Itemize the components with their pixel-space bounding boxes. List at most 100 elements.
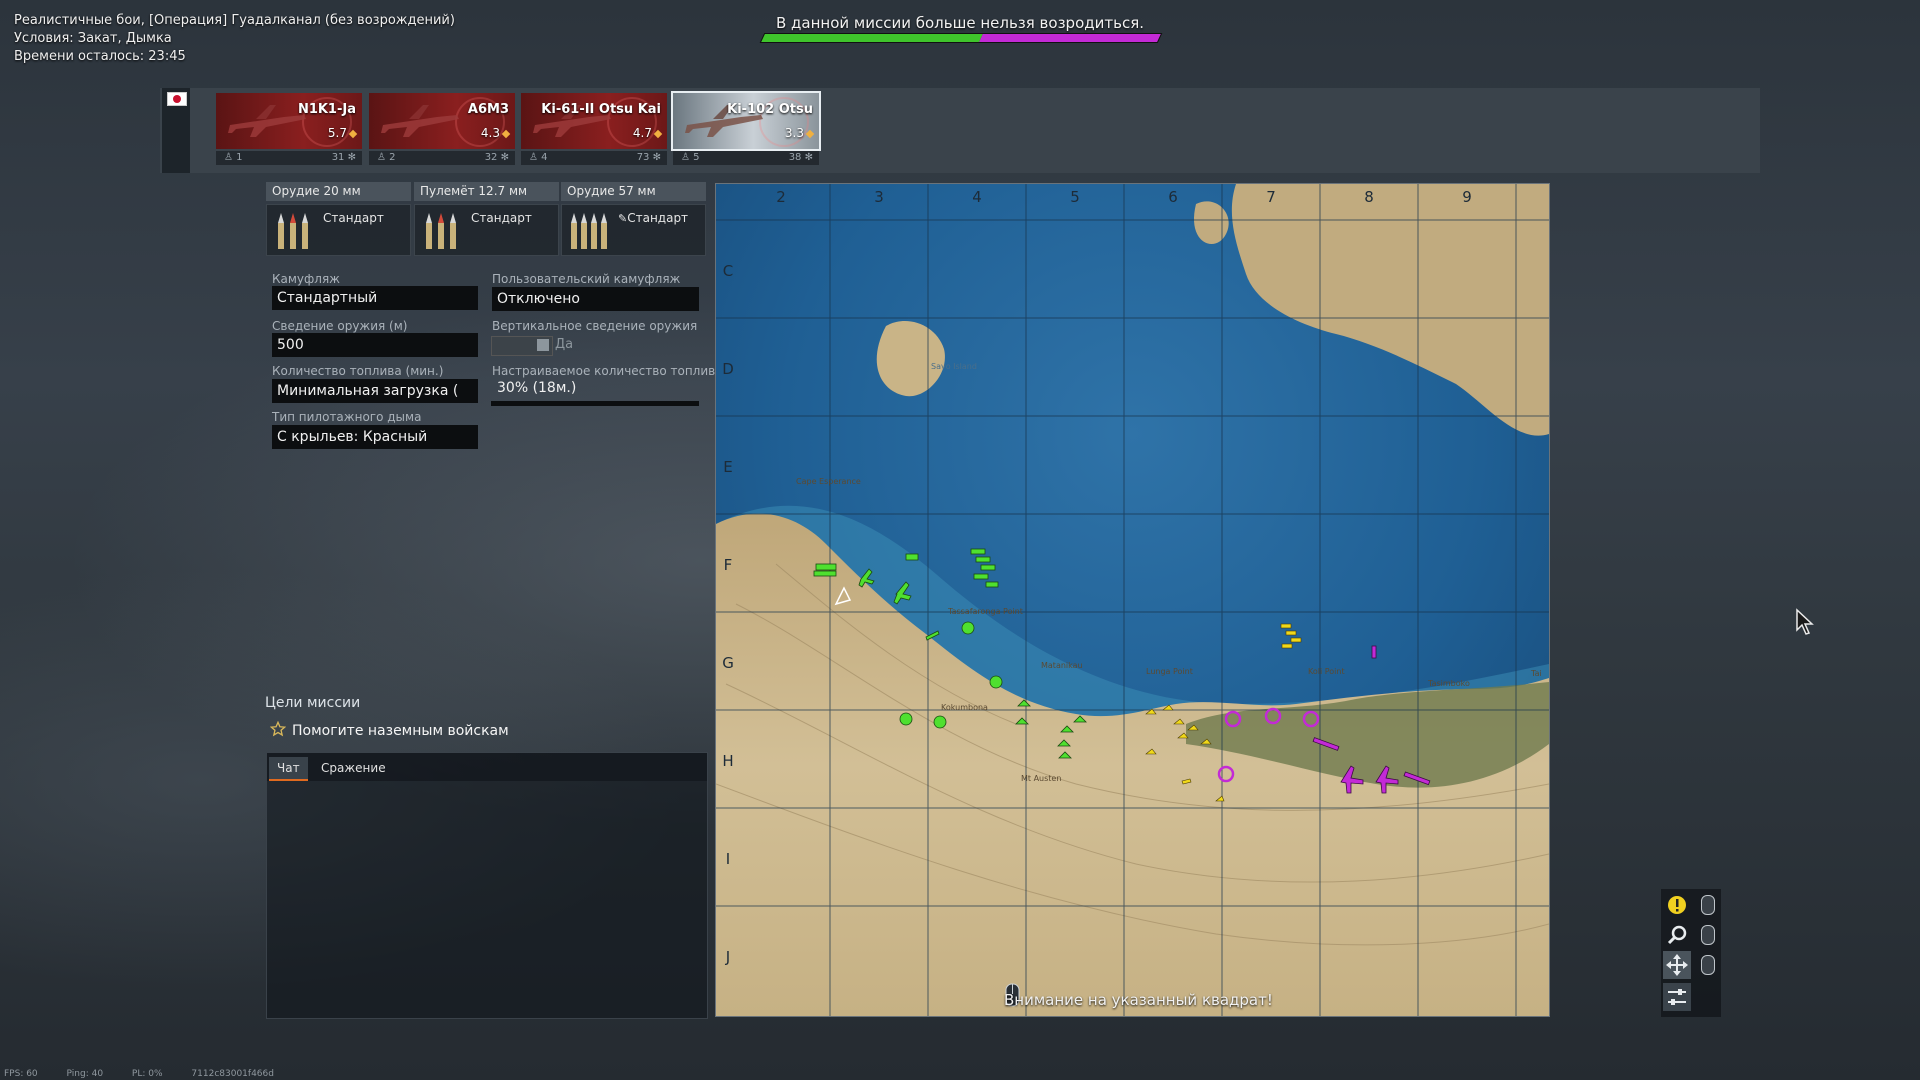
star-icon <box>270 721 286 737</box>
ally-score-fill <box>761 34 983 42</box>
rank-diamond-icon <box>653 129 663 139</box>
vertical-convergence-toggle[interactable] <box>491 336 553 356</box>
plane-icon <box>381 105 459 137</box>
crew-level-value: 31 <box>331 152 345 163</box>
enemy-ship-icon <box>1371 645 1377 659</box>
mouse-cursor-icon <box>1796 608 1814 635</box>
tab-chat[interactable]: Чат <box>269 757 308 781</box>
custom-fuel-slider[interactable] <box>491 401 699 406</box>
objective-item: Помогите наземным войскам <box>270 721 509 739</box>
map-row-label: J <box>725 948 730 966</box>
map-col-label: 6 <box>1168 188 1178 206</box>
weapon-name: Орудие 20 мм <box>266 182 411 201</box>
custom-camo-label: Пользовательский камуфляж <box>492 272 681 286</box>
ally-tank-icon <box>985 581 999 588</box>
rank-diamond-icon <box>348 129 358 139</box>
map-place-label: Mt Austen <box>1021 774 1061 783</box>
vehicle-card[interactable]: Ki-102 Otsu 3.3 <box>671 91 821 151</box>
map-row-label: G <box>722 654 734 672</box>
weapon-slot-2[interactable]: Пулемёт 12.7 мм Стандарт <box>414 182 559 256</box>
weapon-name: Пулемёт 12.7 мм <box>414 182 559 201</box>
magnifier-icon <box>1667 925 1687 945</box>
vehicle-info-bar: ♙ 2 32 ✻ <box>369 151 515 165</box>
ally-tank-icon <box>815 563 837 571</box>
network-stats: FPS: 60 Ping: 40 PL: 0% 7112c83001f466d <box>4 1069 300 1079</box>
ally-tank-icon <box>970 548 986 555</box>
crew-level: 38 ✻ <box>789 152 813 163</box>
fuel-select[interactable]: Минимальная загрузка ( <box>272 379 478 403</box>
smoke-label: Тип пилотажного дыма <box>272 410 422 424</box>
ping-button[interactable] <box>1663 891 1691 919</box>
map-row-label: I <box>726 850 730 868</box>
map-place-label: Savo Island <box>931 362 977 371</box>
map-settings-button[interactable] <box>1663 983 1691 1011</box>
session-id: 7112c83001f466d <box>191 1069 274 1079</box>
camo-select[interactable]: Стандартный <box>272 286 478 310</box>
vehicle-card[interactable]: Ki-61-II Otsu Kai 4.7 <box>521 93 667 149</box>
zoom-button[interactable] <box>1663 921 1691 949</box>
vehicle-name: Ki-102 Otsu <box>727 102 813 117</box>
smoke-select[interactable]: С крыльев: Красный <box>272 425 478 449</box>
belt-name: ✎Стандарт <box>618 211 688 225</box>
mouse-right-icon <box>1701 955 1715 975</box>
map-place-label: Koli Point <box>1308 667 1345 676</box>
crew-slot-number: ♙ 1 <box>224 152 243 163</box>
map-row-label: H <box>722 752 733 770</box>
map-row-label: C <box>723 262 733 280</box>
gear-icon: ✻ <box>347 152 356 163</box>
vehicle-card[interactable]: N1K1-Ja 5.7 <box>216 93 362 149</box>
pan-button[interactable] <box>1663 951 1691 979</box>
map-col-label: 5 <box>1070 188 1080 206</box>
rank-diamond-icon <box>805 129 815 139</box>
person-icon: ♙ <box>529 152 538 163</box>
crew-level-value: 38 <box>788 152 802 163</box>
chat-panel[interactable]: Чат Сражение <box>266 752 708 1019</box>
ammo-belt-icon <box>571 213 607 249</box>
vehicle-info-bar: ♙ 5 38 ✻ <box>673 151 819 165</box>
ally-ground-icon <box>1285 630 1297 636</box>
map-col-label: 8 <box>1364 188 1374 206</box>
battle-rating: 4.7 <box>633 126 663 140</box>
tab-battle[interactable]: Сражение <box>313 757 394 779</box>
ally-tank-icon <box>905 553 919 561</box>
map-col-label: 4 <box>972 188 982 206</box>
crew-slot-number: ♙ 4 <box>529 152 548 163</box>
score-bar <box>759 33 1163 43</box>
ally-tank-icon <box>973 573 989 580</box>
convergence-select[interactable]: 500 <box>272 333 478 357</box>
weapon-belt-selector[interactable]: Стандарт <box>266 204 411 256</box>
vehicle-name: Ki-61-II Otsu Kai <box>541 102 661 117</box>
fuel-label: Количество топлива (мин.) <box>272 364 444 378</box>
vehicle-slot[interactable]: Ki-102 Otsu 3.3 ♙ 5 38 ✻ <box>671 91 821 167</box>
person-icon: ♙ <box>377 152 386 163</box>
chat-tabs: Чат Сражение <box>267 753 707 781</box>
weapon-slot-3[interactable]: Орудие 57 мм ✎Стандарт <box>561 182 706 256</box>
ally-tank-icon <box>980 564 996 571</box>
vehicle-name: N1K1-Ja <box>297 102 356 117</box>
camo-label: Камуфляж <box>272 272 340 286</box>
tactical-map[interactable]: 2 3 4 5 6 7 8 9 C D E F G H I J Savo Isl… <box>715 183 1550 1017</box>
slot-number: 4 <box>541 152 548 163</box>
vehicle-slot[interactable]: N1K1-Ja 5.7 ♙ 1 31 ✻ <box>216 93 362 167</box>
ally-ground-icon <box>1281 643 1293 649</box>
vertical-convergence-label: Вертикальное сведение оружия <box>492 319 698 333</box>
vehicle-card[interactable]: A6M3 4.3 <box>369 93 515 149</box>
objectives-title: Цели миссии <box>265 695 361 711</box>
rank-diamond-icon <box>501 129 511 139</box>
custom-camo-select[interactable]: Отключено <box>492 287 699 311</box>
battle-rating: 4.3 <box>481 126 511 140</box>
ally-ground-icon <box>1290 637 1302 643</box>
map-col-label: 3 <box>874 188 884 206</box>
custom-fuel-value: 30% (18м.) <box>497 380 577 396</box>
weapon-slot-1[interactable]: Орудие 20 мм Стандарт <box>266 182 411 256</box>
respawn-banner: В данной миссии больше нельзя возродитьс… <box>776 14 1144 32</box>
ally-tank-icon <box>813 570 837 577</box>
belt-name-text: Стандарт <box>627 211 689 225</box>
ally-marker-icon <box>989 675 1003 689</box>
vehicle-slot[interactable]: Ki-61-II Otsu Kai 4.7 ♙ 4 73 ✻ <box>521 93 667 167</box>
weapon-belt-selector[interactable]: Стандарт <box>414 204 559 256</box>
weapon-belt-selector[interactable]: ✎Стандарт <box>561 204 706 256</box>
vehicle-slot[interactable]: A6M3 4.3 ♙ 2 32 ✻ <box>369 93 515 167</box>
vehicle-info-bar: ♙ 1 31 ✻ <box>216 151 362 165</box>
vehicle-name: A6M3 <box>467 102 509 117</box>
